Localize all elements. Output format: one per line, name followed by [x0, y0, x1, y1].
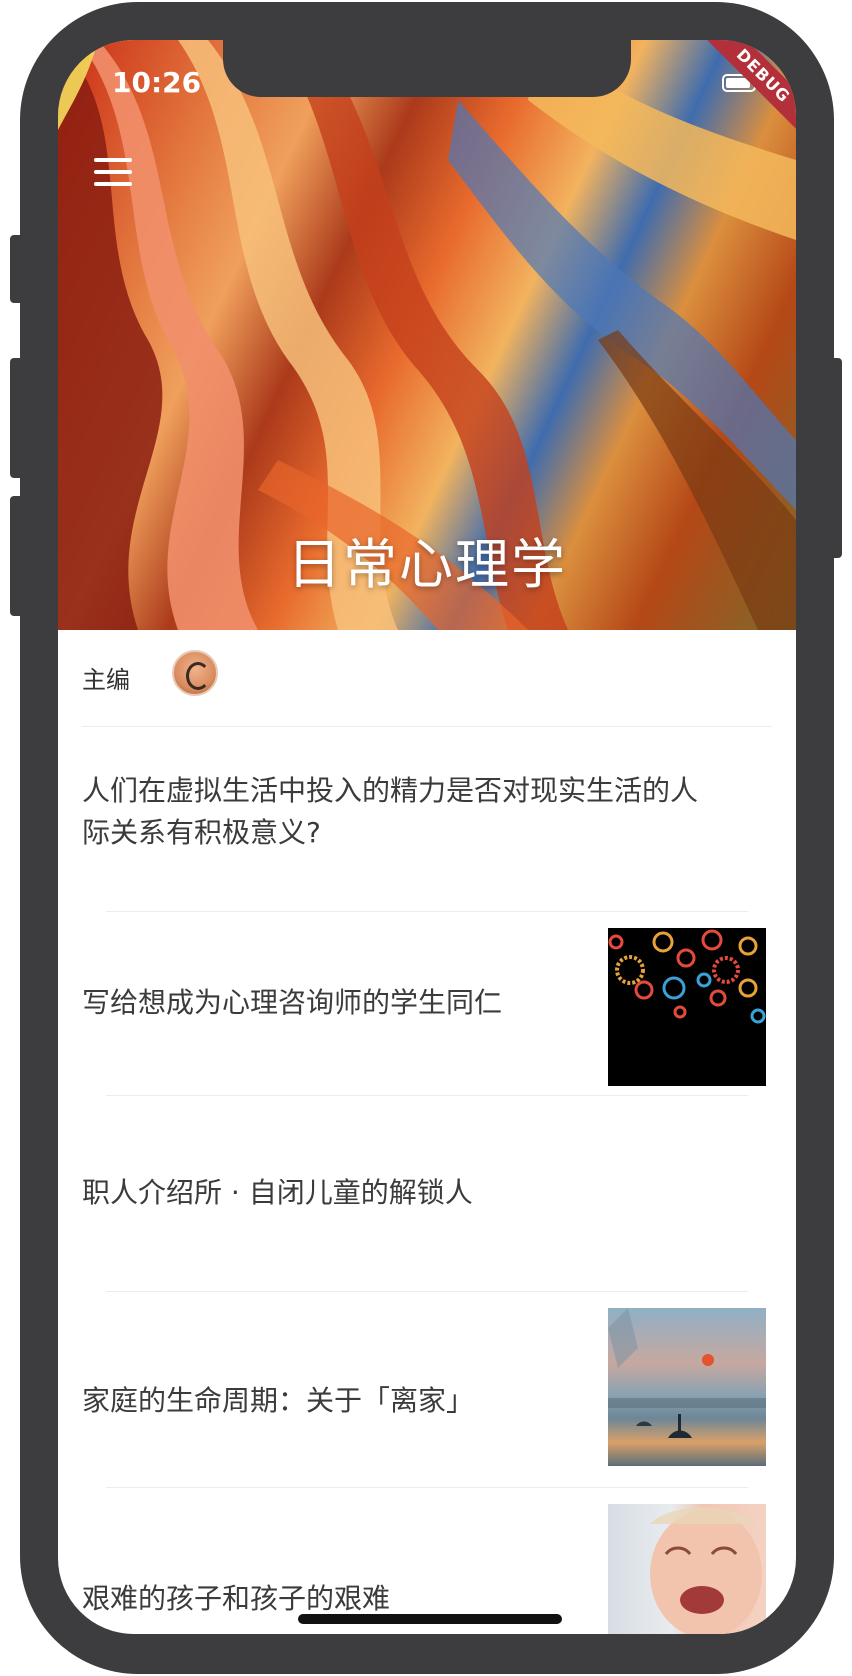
article-item[interactable]: 人们在虚拟生活中投入的精力是否对现实生活的人际关系有积极意义? — [82, 726, 772, 912]
article-title: 人们在虚拟生活中投入的精力是否对现实生活的人际关系有积极意义? — [82, 774, 699, 849]
header-banner: 10:26 DEBUG 日常心理学 — [58, 40, 796, 630]
gears-image — [608, 928, 766, 1086]
wifi-icon — [58, 40, 92, 66]
article-item[interactable]: 艰难的孩子和孩子的艰难 — [82, 1488, 772, 1634]
article-item[interactable]: 写给想成为心理咨询师的学生同仁 — [82, 912, 772, 1096]
crying-baby-image — [608, 1504, 766, 1634]
harbor-painting-image — [608, 1308, 766, 1466]
page-title: 日常心理学 — [287, 533, 567, 596]
editor-label: 主编 — [82, 666, 130, 694]
editor-row: 主编 — [82, 630, 772, 727]
status-time: 10:26 — [112, 66, 202, 99]
menu-icon[interactable] — [94, 158, 132, 186]
article-title: 家庭的生命周期：关于「离家」 — [82, 1384, 475, 1417]
home-indicator[interactable] — [298, 1614, 562, 1624]
device-notch — [223, 40, 631, 97]
article-item[interactable]: 家庭的生命周期：关于「离家」 — [82, 1292, 772, 1488]
article-title: 写给想成为心理咨询师的学生同仁 — [82, 986, 503, 1019]
app-screen: 10:26 DEBUG 日常心理学 主编 人们在虚拟生活中投入的精力是否对现实生… — [58, 40, 796, 1634]
article-item[interactable]: 职人介绍所 · 自闭儿童的解锁人 — [82, 1096, 772, 1292]
editor-avatar[interactable] — [172, 650, 218, 696]
article-title: 职人介绍所 · 自闭儿童的解锁人 — [82, 1176, 473, 1209]
